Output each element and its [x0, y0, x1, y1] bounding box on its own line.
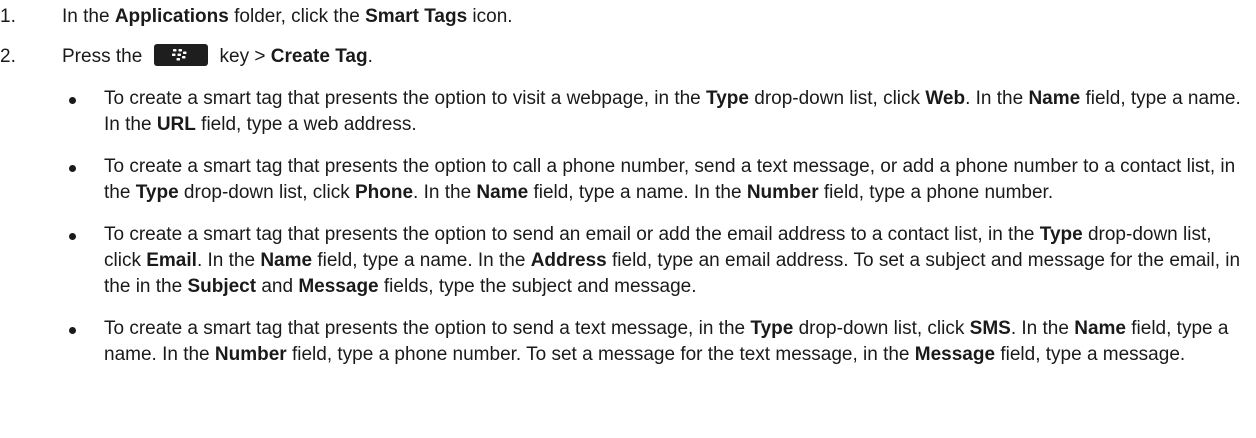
step-text-part: key > [214, 46, 271, 67]
bullet-text-part: and [256, 276, 299, 297]
bullet-text-part: field, type a phone number. To set a mes… [286, 344, 915, 365]
ui-term: Name [260, 250, 313, 271]
bullet-text-part: field, type a message. [995, 344, 1186, 365]
ui-term: Email [146, 250, 197, 271]
ui-term: Name [1028, 88, 1081, 109]
bullet-text-part: To create a smart tag that presents the … [104, 318, 751, 339]
bullet-item: To create a smart tag that presents the … [62, 154, 1252, 206]
bullet-text-part: . In the [196, 250, 261, 271]
ui-term: Web [925, 88, 966, 109]
step-1-text: In the Applications folder, click the Sm… [62, 4, 513, 30]
ui-term: SMS [969, 318, 1011, 339]
bullet-text-part: drop-down list, click [793, 318, 970, 339]
bullet-text-part: field, type a web address. [195, 114, 417, 135]
step-text-part: Press the [62, 46, 143, 67]
step-text-part: . [367, 46, 373, 67]
blackberry-menu-key-icon [154, 43, 209, 66]
step-text-part: In the [62, 6, 115, 27]
step-text-part: folder, click the [228, 6, 366, 27]
bullet-item: To create a smart tag that presents the … [62, 316, 1252, 368]
bullet-dot-icon [69, 327, 76, 334]
bullet-text-part: drop-down list, click [748, 88, 926, 109]
smart-tags-term: Smart Tags [365, 6, 468, 27]
step-number: 2. [0, 46, 16, 67]
step-2-text: Press the key > Create Tag. [62, 43, 373, 70]
bullet-text-part: To create a smart tag that presents the … [104, 224, 1040, 245]
ui-term: Phone [354, 182, 414, 203]
ui-term: URL [156, 114, 196, 135]
ui-term: Address [530, 250, 607, 271]
ui-term: Type [1039, 224, 1083, 245]
bullet-text-part: field, type a name. In the [312, 250, 531, 271]
bullet-text-part: . In the [965, 88, 1029, 109]
bullet-item: To create a smart tag that presents the … [62, 222, 1252, 300]
bullet-text-part: drop-down list, click [178, 182, 355, 203]
bullet-text-part: . In the [413, 182, 477, 203]
create-tag-term: Create Tag [270, 46, 368, 67]
ui-term: Number [746, 182, 819, 203]
applications-folder-term: Applications [114, 6, 229, 27]
bullet-dot-icon [69, 165, 76, 172]
ui-term: Subject [187, 276, 257, 297]
step-number: 1. [0, 6, 16, 27]
ui-term: Message [298, 276, 379, 297]
bullet-dot-icon [69, 233, 76, 240]
bullet-text-part: field, type a phone number. [818, 182, 1054, 203]
bullet-dot-icon [69, 97, 76, 104]
bullet-text-part: . In the [1010, 318, 1075, 339]
ui-term: Number [214, 344, 287, 365]
bullet-text-part: To create a smart tag that presents the … [104, 88, 707, 109]
ui-term: Type [750, 318, 794, 339]
bullet-list: To create a smart tag that presents the … [62, 86, 1252, 384]
bullet-text-part: field, type a name. In the [528, 182, 747, 203]
step-text-part: icon. [467, 6, 513, 27]
ui-term: Type [706, 88, 749, 109]
ui-term: Message [914, 344, 996, 365]
ui-term: Name [476, 182, 529, 203]
bullet-item: To create a smart tag that presents the … [62, 86, 1252, 138]
document-page: 1. In the Applications folder, click the… [0, 0, 1256, 438]
ui-term: Name [1074, 318, 1126, 339]
ui-term: Type [135, 182, 179, 203]
bullet-text-part: fields, type the subject and message. [378, 276, 697, 297]
